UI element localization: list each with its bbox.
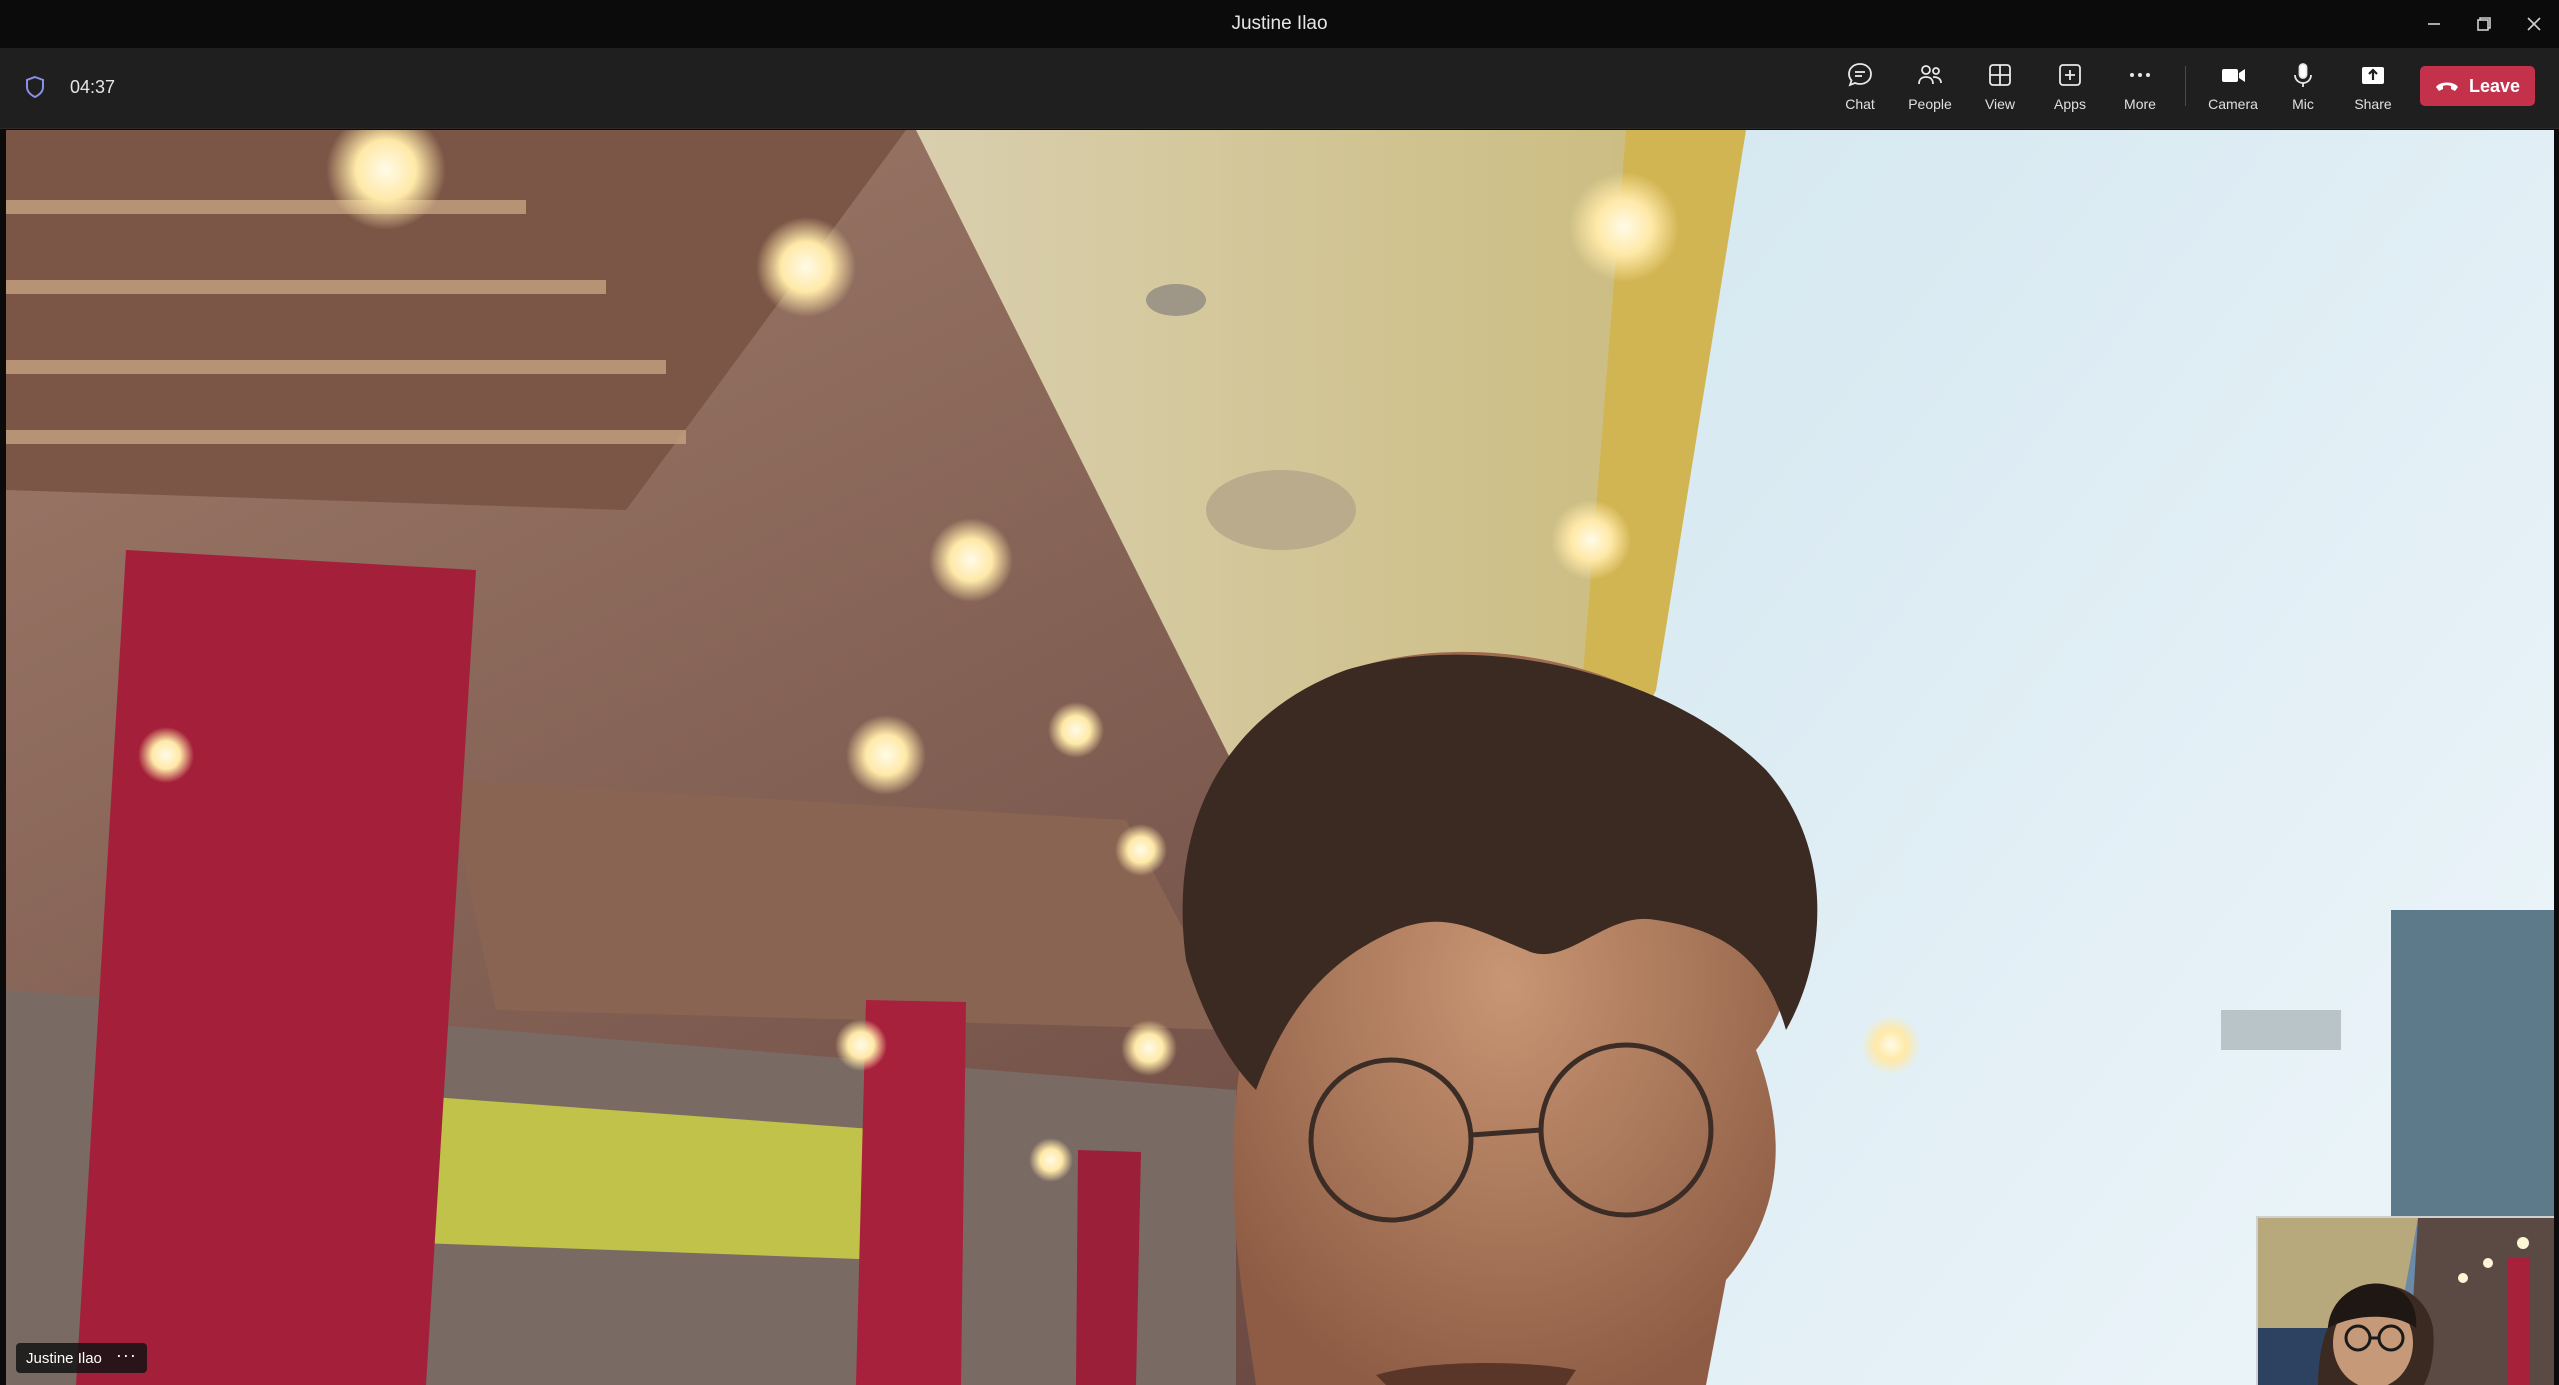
view-grid-icon [1985,60,2015,90]
apps-button[interactable]: Apps [2037,60,2103,120]
camera-label: Camera [2208,96,2258,112]
participant-name: Justine Ilao [26,1349,102,1367]
view-button[interactable]: View [1967,60,2033,120]
shield-icon [24,75,46,99]
window-controls [2409,0,2559,48]
close-button[interactable] [2509,0,2559,48]
participant-more-options[interactable]: ··· [116,1346,137,1364]
title-bar: Justine Ilao [0,0,2559,48]
toolbar-divider [2185,66,2186,106]
share-label: Share [2354,96,2392,112]
chat-label: Chat [1845,96,1875,112]
chat-button[interactable]: Chat [1827,60,1893,120]
minimize-icon [2428,23,2440,25]
camera-button[interactable]: Camera [2200,60,2266,120]
restore-button[interactable] [2459,0,2509,48]
mic-label: Mic [2292,96,2314,112]
mic-icon [2288,60,2318,90]
self-video-frame [2258,1218,2554,1385]
share-button[interactable]: Share [2340,60,2406,120]
close-icon [2527,17,2541,31]
apps-label: Apps [2054,96,2086,112]
leave-label: Leave [2468,75,2521,96]
apps-icon [2055,60,2085,90]
hang-up-icon [2435,82,2458,91]
window-title: Justine Ilao [1231,13,1328,34]
people-button[interactable]: People [1897,60,1963,120]
camera-icon [2218,60,2248,90]
view-label: View [1984,96,2016,112]
remote-video-frame [6,130,2554,1385]
people-label: People [1908,96,1952,112]
meeting-toolbar: 04:37 [0,48,2559,129]
share-icon [2358,60,2388,90]
more-label: More [2124,96,2156,112]
more-button[interactable]: More [2107,60,2173,120]
remote-video[interactable]: Justine Ilao ··· [6,130,2554,1385]
mic-button[interactable]: Mic [2270,60,2336,120]
leave-button[interactable]: Leave [2420,66,2535,106]
restore-icon [2477,17,2491,31]
minimize-button[interactable] [2409,0,2459,48]
people-icon [1915,60,1945,90]
meeting-timer: 04:37 [70,77,116,97]
self-video-preview[interactable] [2256,1216,2554,1385]
chat-icon [1845,60,1875,90]
more-icon [2125,60,2155,90]
participant-name-tag: Justine Ilao ··· [16,1343,147,1373]
